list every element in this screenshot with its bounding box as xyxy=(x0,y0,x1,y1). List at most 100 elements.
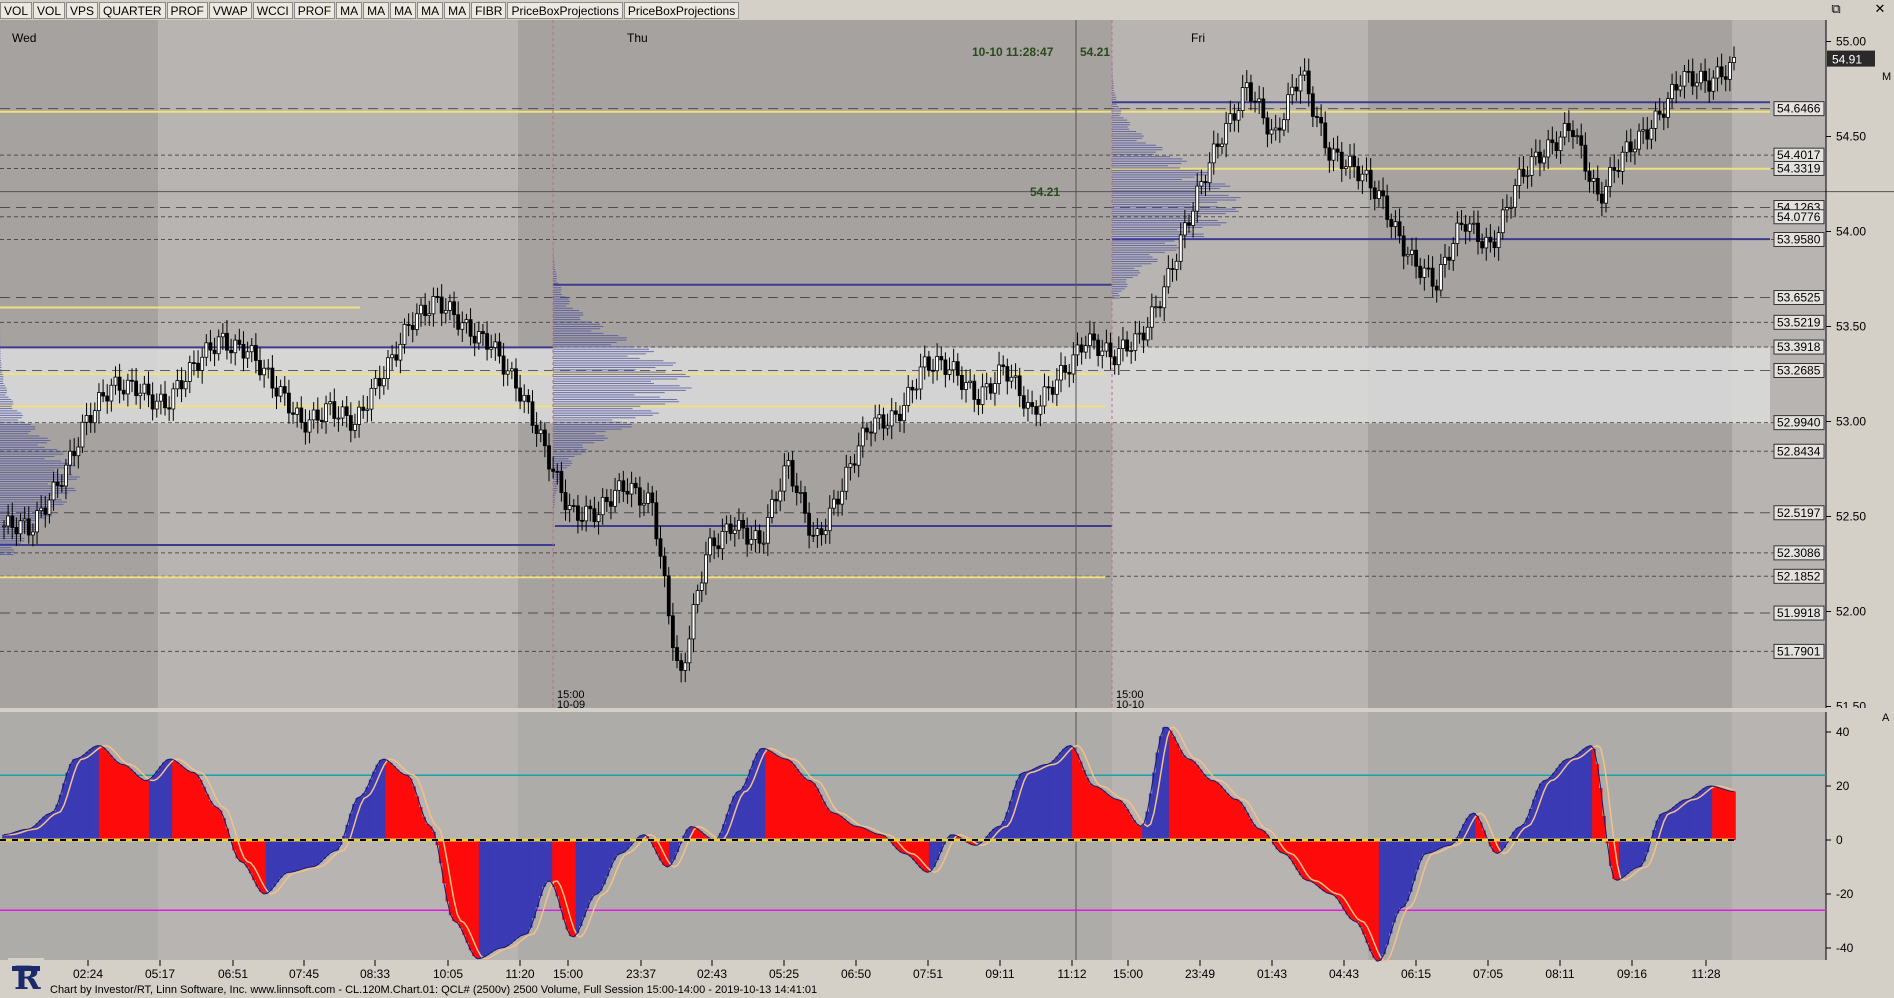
candle-body xyxy=(1703,70,1707,82)
price-axis-label: 52.00 xyxy=(1836,605,1866,619)
candle-body xyxy=(947,369,952,375)
toolbar-button-vwap[interactable]: VWAP xyxy=(208,1,252,19)
candle-body xyxy=(1215,143,1220,147)
candle-body xyxy=(1170,268,1175,270)
candle-body xyxy=(898,413,902,422)
candle-body xyxy=(10,515,15,528)
candle-body xyxy=(1054,379,1059,395)
candle-body xyxy=(266,367,271,370)
time-axis-label: 06:50 xyxy=(841,967,871,981)
candle-body xyxy=(1364,169,1369,175)
candle-body xyxy=(1575,135,1580,138)
candle-body xyxy=(1628,141,1633,153)
candle-body xyxy=(869,431,873,434)
time-axis-label: 07:45 xyxy=(289,967,319,981)
price-level-label: 51.7901 xyxy=(1777,644,1821,658)
toolbar-button-prof[interactable]: PROF xyxy=(293,1,336,19)
toolbar-button-fibr[interactable]: FIBR xyxy=(471,1,507,19)
time-axis-label: 02:43 xyxy=(697,967,727,981)
candle-body xyxy=(1121,339,1125,349)
candle-body xyxy=(1447,256,1452,261)
candle-body xyxy=(1377,190,1381,200)
candle-body xyxy=(1137,332,1142,335)
price-level-label: 52.3086 xyxy=(1777,546,1821,560)
candle-body xyxy=(51,481,56,501)
candle-body xyxy=(72,450,77,457)
candle-body xyxy=(1500,209,1505,234)
toolbar-button-vol[interactable]: VOL xyxy=(33,1,66,19)
candle-body xyxy=(117,376,122,391)
candle-body xyxy=(344,406,349,416)
candle-body xyxy=(64,464,68,487)
candle-body xyxy=(1257,98,1262,102)
candle-body xyxy=(109,384,114,402)
toolbar-button-wcci[interactable]: WCCI xyxy=(252,1,293,19)
candle-body xyxy=(1699,70,1703,84)
candle-body xyxy=(662,555,667,577)
toolbar-button-vol[interactable]: VOL xyxy=(0,1,33,19)
candle-body xyxy=(1715,66,1720,79)
candle-body xyxy=(716,545,721,550)
candle-body xyxy=(92,410,97,424)
candle-body xyxy=(1352,155,1357,167)
investor-rt-logo-icon: R xyxy=(8,958,44,996)
candle-body xyxy=(1451,243,1456,261)
candle-body xyxy=(1063,365,1068,373)
candle-body xyxy=(320,419,324,422)
candle-body xyxy=(1306,70,1311,95)
candle-body xyxy=(1129,350,1134,352)
candle-body xyxy=(1476,222,1480,242)
candle-body xyxy=(922,356,927,368)
price-pane-corner-mark: M xyxy=(1882,71,1891,83)
candle-body xyxy=(1166,268,1171,288)
candle-body xyxy=(683,662,688,671)
restore-window-icon[interactable]: ⧉ xyxy=(1826,1,1846,18)
toolbar-button-vps[interactable]: VPS xyxy=(66,1,99,19)
candle-body xyxy=(1443,256,1447,265)
candle-body xyxy=(1195,185,1200,212)
candle-body xyxy=(485,333,489,350)
close-window-icon[interactable]: ✕ xyxy=(1870,1,1890,18)
indicator-axis-label: -20 xyxy=(1836,887,1854,901)
toolbar-button-priceboxprojections[interactable]: PriceBoxProjections xyxy=(623,1,740,19)
toolbar-button-prof[interactable]: PROF xyxy=(166,1,208,19)
candle-body xyxy=(1517,168,1522,186)
candle-body xyxy=(39,507,44,512)
pane-separator xyxy=(0,708,1894,712)
candle-body xyxy=(476,331,481,344)
candle-body xyxy=(1690,71,1695,87)
candle-body xyxy=(1092,333,1096,341)
toolbar-button-ma[interactable]: MA xyxy=(390,1,417,19)
chart-area[interactable]: Wed Thu Fri15:0010-0915:0010-1010-10 11:28… xyxy=(0,20,1894,998)
toolbar-button-quarter[interactable]: QUARTER xyxy=(99,1,166,19)
candle-body xyxy=(1050,386,1055,395)
candle-body xyxy=(365,408,370,411)
candle-body xyxy=(1108,342,1113,358)
candle-body xyxy=(22,518,27,522)
candle-body xyxy=(167,407,172,410)
day-label-wed: Wed xyxy=(12,31,36,45)
toolbar-button-ma[interactable]: MA xyxy=(363,1,390,19)
price-level-label: 54.0776 xyxy=(1777,210,1821,224)
price-level-label: 52.5197 xyxy=(1777,506,1821,520)
candle-body xyxy=(59,485,64,487)
candle-body xyxy=(340,406,345,419)
toolbar-button-ma[interactable]: MA xyxy=(444,1,471,19)
candle-body xyxy=(1017,375,1022,397)
toolbar-button-ma[interactable]: MA xyxy=(336,1,363,19)
toolbar-button-ma[interactable]: MA xyxy=(417,1,444,19)
candle-body xyxy=(1145,326,1150,341)
candle-body xyxy=(1282,119,1286,131)
candle-body xyxy=(514,368,518,389)
candle-body xyxy=(1471,222,1476,225)
candle-body xyxy=(691,604,696,640)
candle-body xyxy=(1397,221,1402,237)
candle-body xyxy=(1220,143,1224,147)
candle-body xyxy=(121,389,126,395)
candle-body xyxy=(1666,98,1670,118)
candle-body xyxy=(1339,151,1344,170)
toolbar-button-priceboxprojections[interactable]: PriceBoxProjections xyxy=(507,1,623,19)
candle-body xyxy=(633,482,638,489)
candle-body xyxy=(584,505,589,522)
candle-body xyxy=(609,501,613,507)
